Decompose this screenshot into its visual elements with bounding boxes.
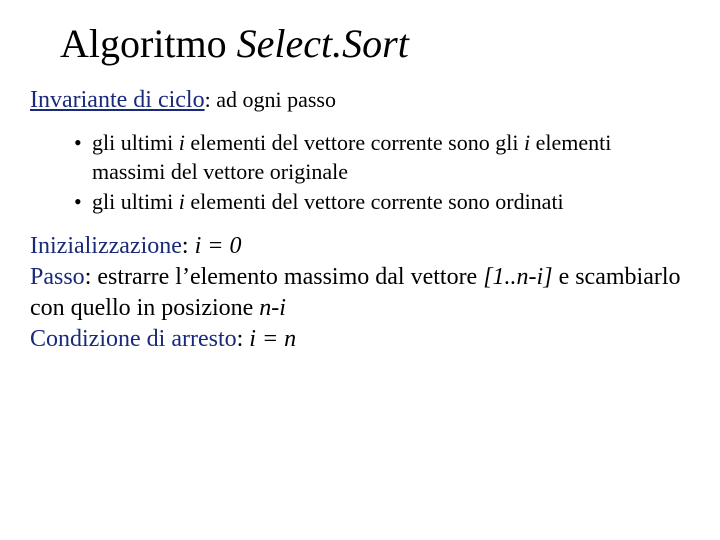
- init-label: Inizializzazione: [30, 233, 182, 259]
- initialization-line: Inizializzazione: i = 0: [30, 231, 690, 262]
- stop-value: i = n: [249, 326, 296, 352]
- stop-label: Condizione di arresto: [30, 326, 237, 352]
- bullet-text: elementi del vettore corrente sono ordin…: [185, 189, 564, 214]
- invariant-suffix: : ad ogni passo: [205, 87, 336, 112]
- step-line: Passo: estrarre l’elemento massimo dal v…: [30, 262, 690, 324]
- bullet-text: elementi del vettore corrente sono gli: [185, 130, 524, 155]
- slide-title: Algoritmo Select.Sort: [60, 20, 690, 67]
- invariant-bullets: gli ultimi i elementi del vettore corren…: [30, 129, 690, 217]
- step-pos: n-i: [259, 295, 286, 321]
- invariant-label: Invariante di ciclo: [30, 87, 205, 113]
- step-text: : estrarre l’elemento massimo dal vettor…: [85, 264, 484, 290]
- bullet-text: gli ultimi: [92, 130, 179, 155]
- invariant-heading: Invariante di ciclo: ad ogni passo: [30, 85, 690, 115]
- list-item: gli ultimi i elementi del vettore corren…: [74, 129, 690, 186]
- title-text-italic: Select.Sort: [237, 21, 409, 66]
- slide: Algoritmo Select.Sort Invariante di cicl…: [0, 0, 720, 376]
- step-range: [1..n-i]: [483, 264, 552, 290]
- bullet-text: gli ultimi: [92, 189, 179, 214]
- init-value: i = 0: [195, 233, 242, 259]
- step-label: Passo: [30, 264, 85, 290]
- stop-line: Condizione di arresto: i = n: [30, 324, 690, 355]
- title-text-plain: Algoritmo: [60, 21, 237, 66]
- list-item: gli ultimi i elementi del vettore corren…: [74, 188, 690, 217]
